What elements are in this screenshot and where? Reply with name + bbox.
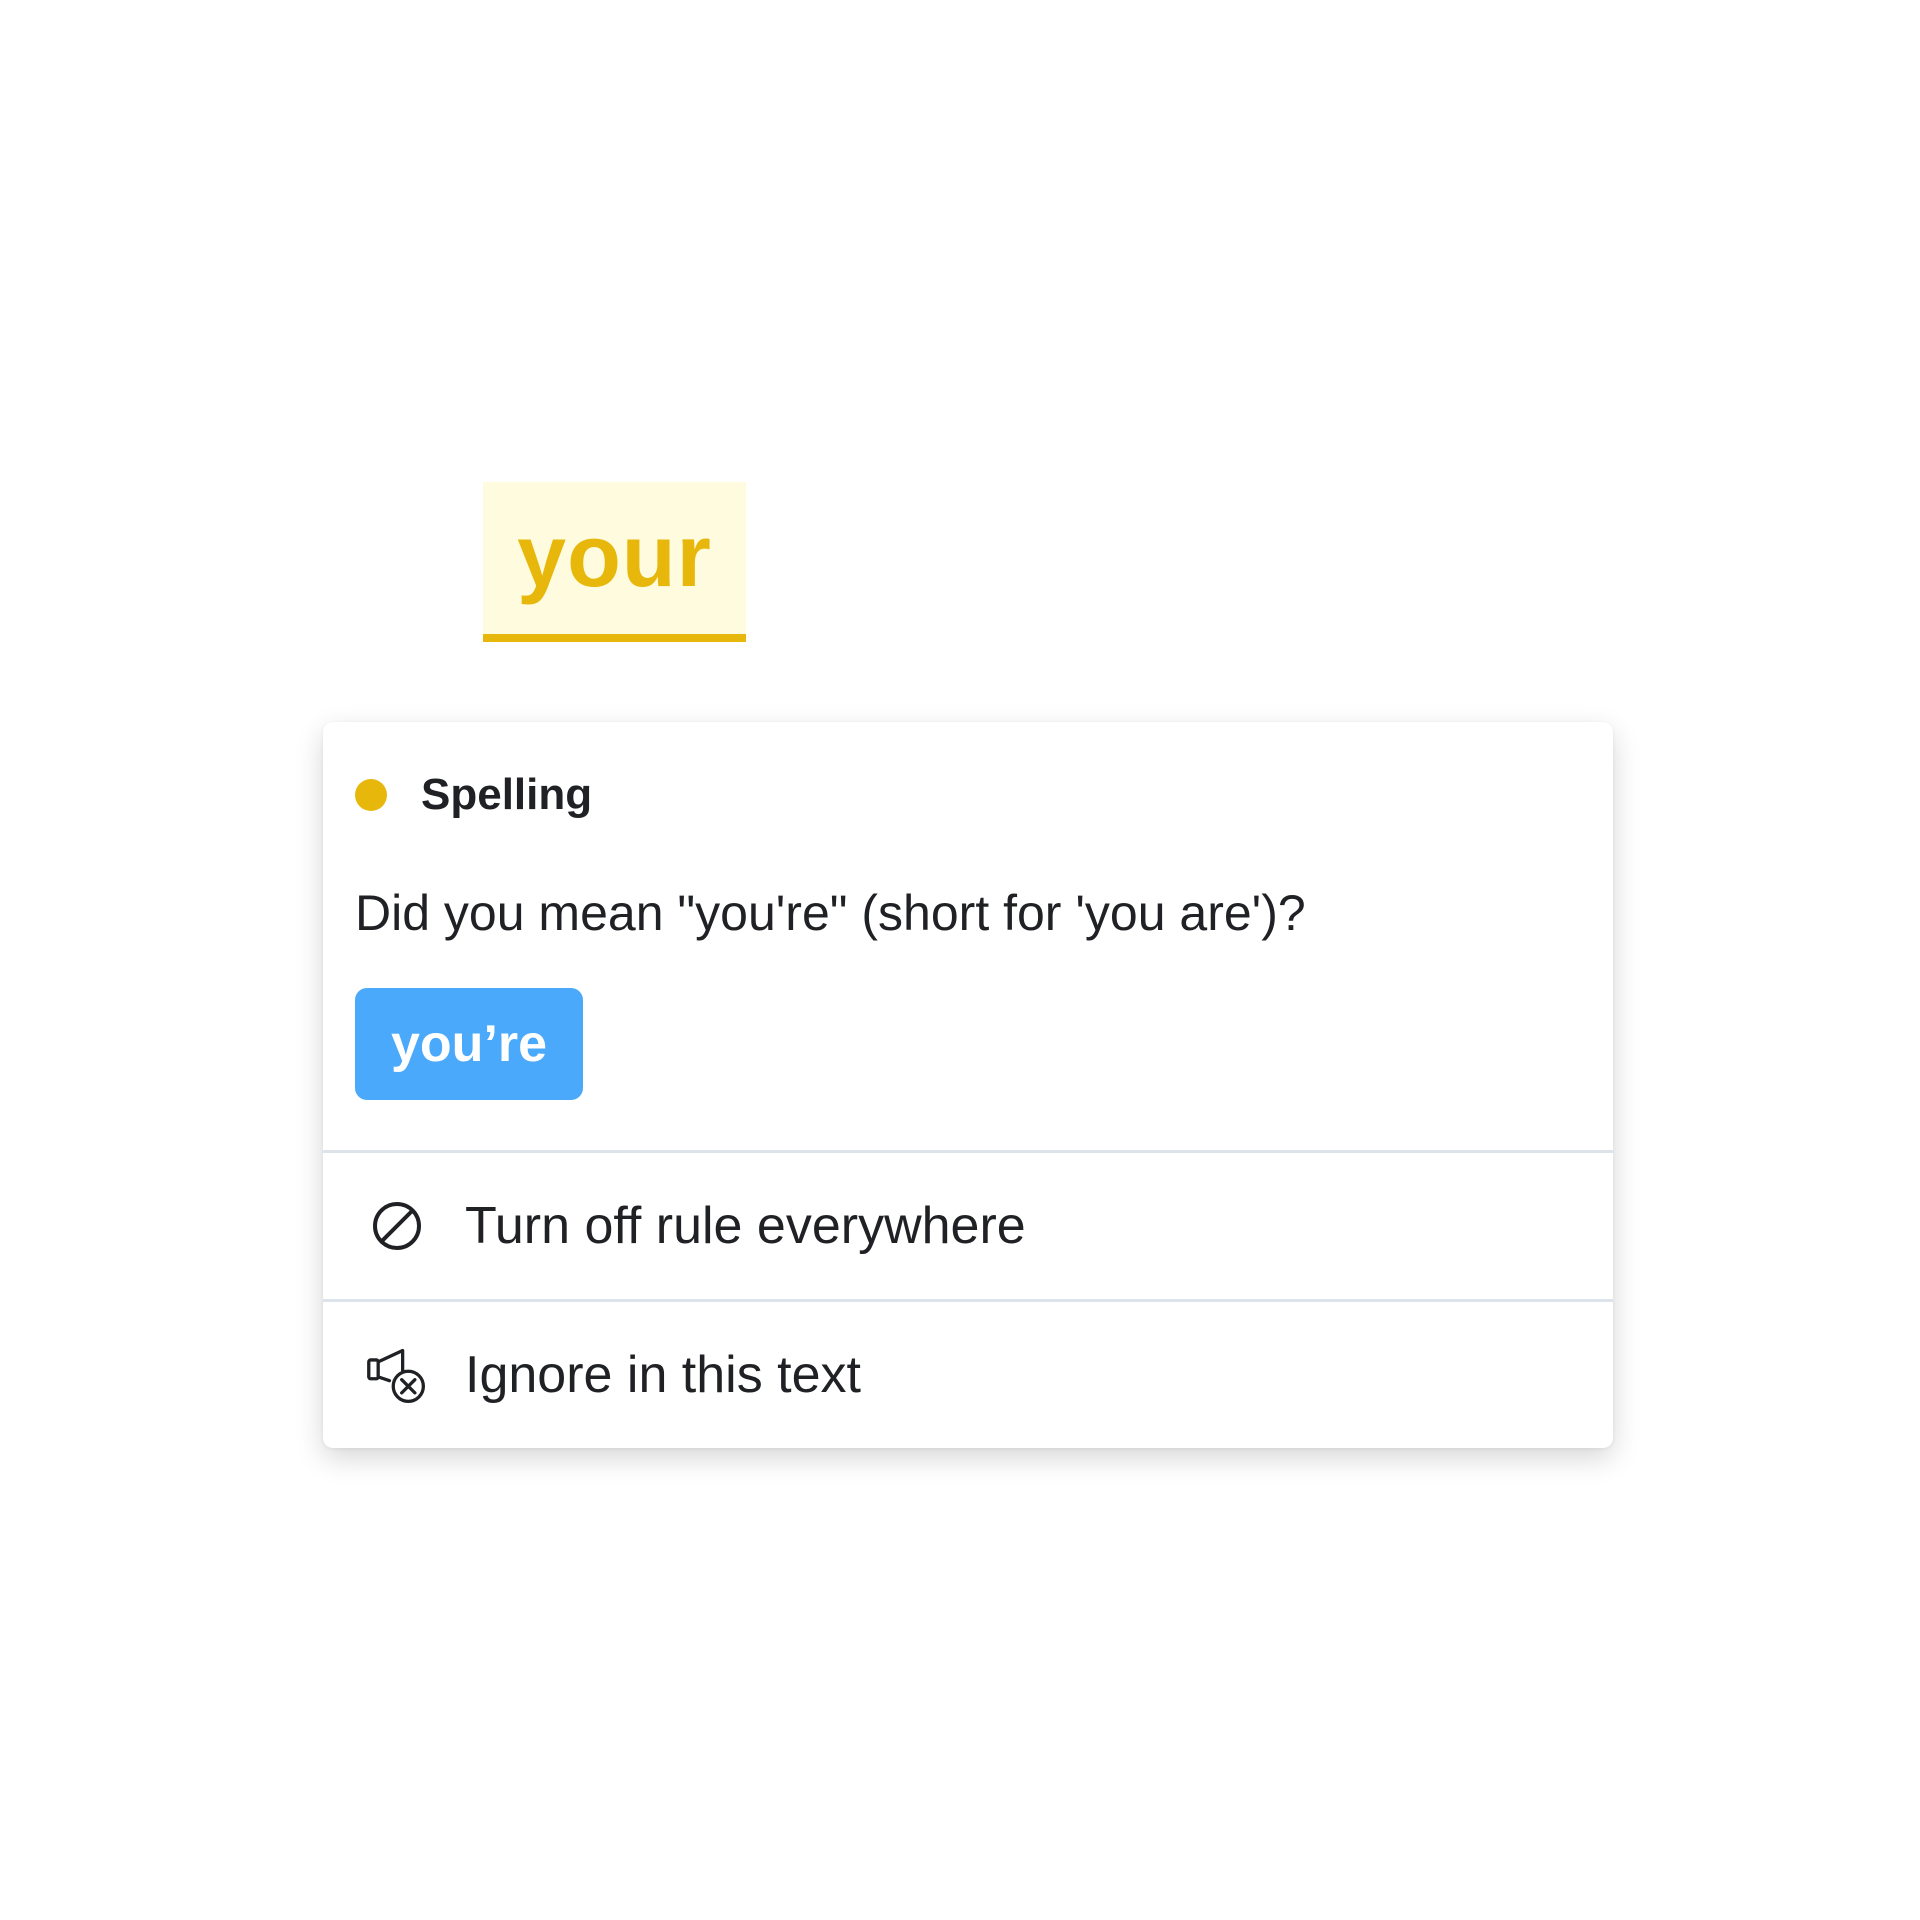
category-label: Spelling — [421, 770, 593, 819]
apply-suggestion-button[interactable]: you’re — [355, 988, 584, 1100]
turn-off-rule-button[interactable]: Turn off rule everywhere — [323, 1153, 1613, 1299]
ignore-in-text-label: Ignore in this text — [465, 1346, 861, 1404]
flagged-word-text: your — [517, 506, 712, 605]
flagged-word-highlight[interactable]: your — [483, 482, 746, 642]
turn-off-rule-label: Turn off rule everywhere — [465, 1197, 1026, 1255]
ignore-in-text-button[interactable]: Ignore in this text — [323, 1302, 1613, 1448]
category-indicator: Spelling — [355, 770, 592, 820]
suggestion-message: Did you mean "you're" (short for 'you ar… — [355, 885, 1306, 941]
prohibited-icon — [365, 1194, 429, 1258]
suggestion-popover: Spelling Did you mean "you're" (short fo… — [323, 722, 1613, 1448]
popover-header: Spelling Did you mean "you're" (short fo… — [323, 722, 1613, 1150]
page: your Spelling Did you mean "you're" (sho… — [0, 0, 1920, 1920]
ignore-megaphone-icon — [365, 1343, 429, 1407]
category-dot-icon — [355, 779, 387, 811]
